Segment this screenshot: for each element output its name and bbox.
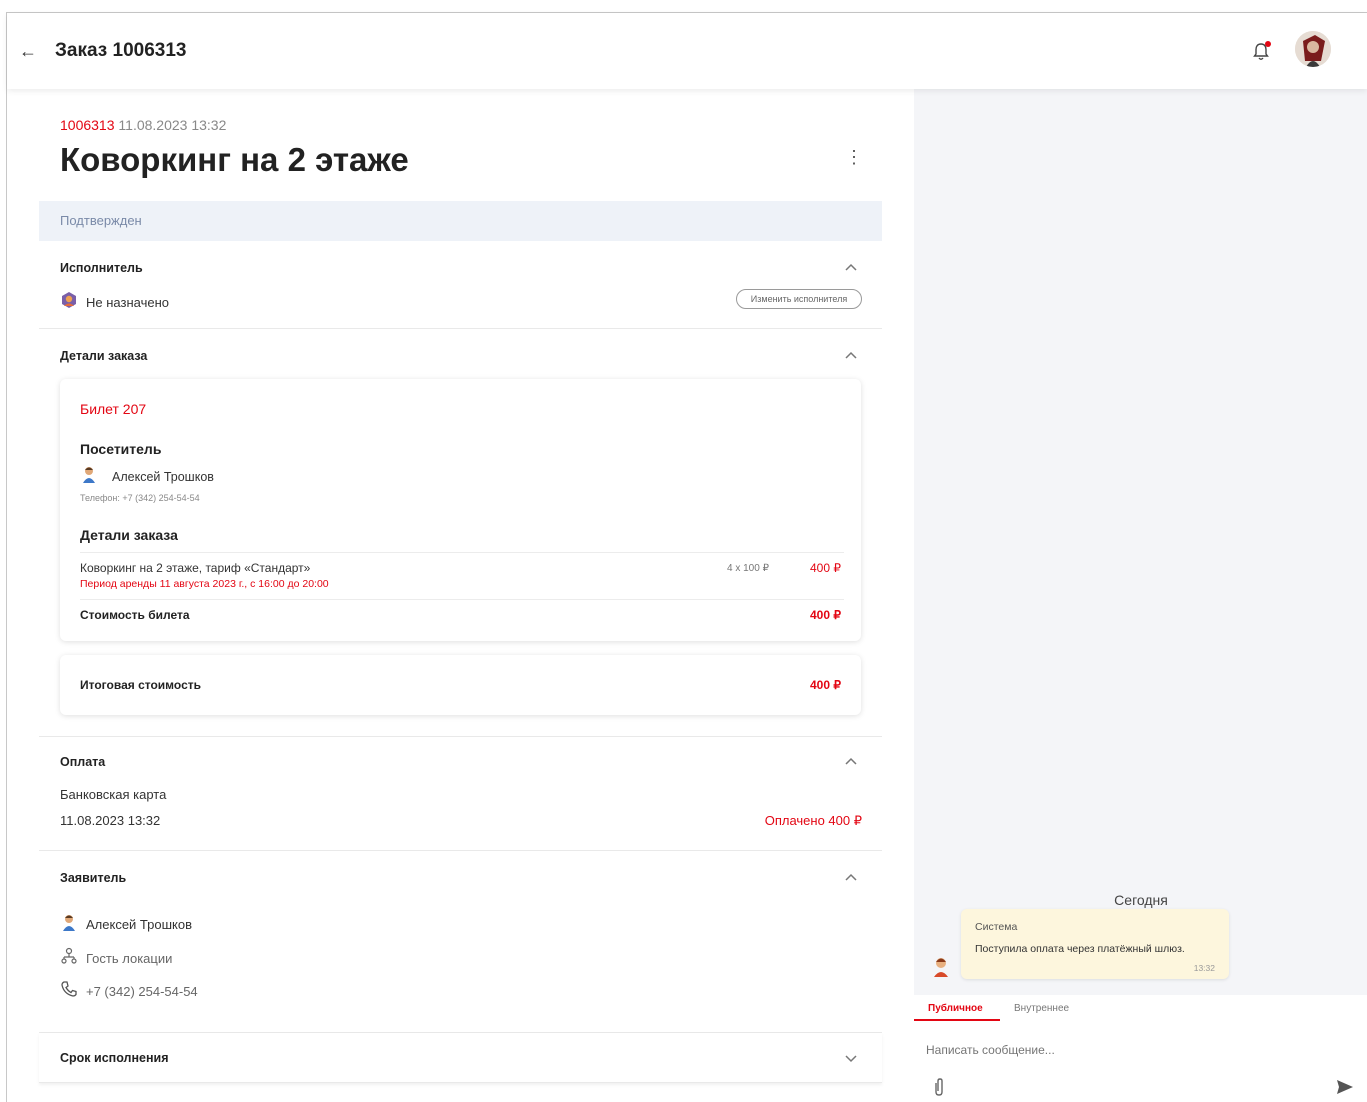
user-group-icon [60,947,78,970]
total-card: Итоговая стоимость 400 ₽ [60,655,861,715]
order-meta: 1006313 11.08.2023 13:32 [60,117,226,133]
message-composer: Публичное Внутреннее [914,995,1367,1102]
applicant-avatar-icon [60,913,78,936]
payment-section-title: Оплата [60,755,106,769]
applicant-section: Заявитель Алексей Трошков Гость локации [39,851,882,1033]
executor-section-title: Исполнитель [60,261,143,275]
order-details-section: Детали заказа Билет 207 Посетитель Алекс… [39,329,882,737]
message-time: 13:32 [1193,963,1215,973]
item-period: Период аренды 11 августа 2023 г., с 16:0… [80,578,329,590]
system-message-bubble: Система Поступила оплата через платёжный… [961,909,1229,979]
visitor-heading: Посетитель [80,441,162,457]
item-price: 400 ₽ [810,561,841,575]
total-label: Итоговая стоимость [80,678,201,692]
visitor-phone: Телефон: +7 (342) 254-54-54 [80,493,200,503]
message-text: Поступила оплата через платёжный шлюз. [975,943,1185,955]
chevron-up-icon[interactable] [845,870,859,884]
phone-icon [60,980,78,1003]
chevron-up-icon[interactable] [845,348,859,362]
order-details-section-title: Детали заказа [60,349,148,363]
payment-datetime: 11.08.2023 13:32 [60,813,161,828]
applicant-phone: +7 (342) 254-54-54 [86,984,198,999]
more-options-icon[interactable]: ⋮ [845,148,863,166]
item-quantity: 4 x 100 ₽ [727,563,769,574]
change-executor-button[interactable]: Изменить исполнителя [736,289,862,309]
app-frame: ← Заказ 1006313 1006313 11.08.2023 13:32… [6,12,1367,1102]
back-arrow-icon[interactable]: ← [19,41,39,62]
chat-panel: Сегодня Система Поступила оплата через п… [914,89,1367,1102]
deadline-section: Срок исполнения [39,1033,882,1083]
details-heading: Детали заказа [80,527,178,543]
tab-public[interactable]: Публичное [928,1003,983,1014]
notifications-bell-icon[interactable] [1251,41,1271,63]
item-name: Коворкинг на 2 этаже, тариф «Стандарт» [80,561,311,575]
ticket-card: Билет 207 Посетитель Алексей Трошков Тел… [60,379,861,641]
deadline-section-title: Срок исполнения [60,1051,169,1065]
notification-dot [1265,41,1271,47]
executor-row: Не назначено [60,291,169,314]
applicant-role: Гость локации [86,951,173,966]
message-input[interactable] [926,1039,1346,1061]
ticket-cost-value: 400 ₽ [810,608,841,622]
divider [80,552,844,553]
top-bar: ← Заказ 1006313 [7,13,1367,89]
attach-paperclip-icon[interactable] [932,1077,946,1102]
payment-status: Оплачено 400 ₽ [764,813,862,828]
order-title: Коворкинг на 2 этаже [60,141,409,178]
applicant-name: Алексей Трошков [86,917,192,932]
chevron-up-icon[interactable] [845,754,859,768]
applicant-role-row: Гость локации [60,947,172,970]
page-title: Заказ 1006313 [55,40,187,61]
visitor-avatar-icon [80,465,98,488]
send-icon[interactable] [1336,1079,1354,1100]
order-datetime: 11.08.2023 13:32 [118,117,227,133]
chevron-up-icon[interactable] [845,260,859,274]
chevron-down-icon[interactable] [845,1052,859,1066]
total-value: 400 ₽ [810,678,841,692]
tab-internal[interactable]: Внутреннее [1014,1003,1069,1014]
executor-section: Исполнитель Не назначено Изменить исполн… [39,241,882,329]
payment-method: Банковская карта [60,787,167,802]
active-tab-indicator [914,1019,1000,1021]
unassigned-avatar-icon [60,291,78,314]
message-author: Система [975,921,1018,933]
visitor-row: Алексей Трошков [80,465,214,488]
status-bar: Подтвержден [39,201,882,241]
order-details-panel: 1006313 11.08.2023 13:32 Коворкинг на 2 … [39,89,882,1102]
divider [80,599,844,600]
payment-section: Оплата Банковская карта 11.08.2023 13:32… [39,737,882,851]
applicant-phone-row: +7 (342) 254-54-54 [60,980,198,1003]
applicant-section-title: Заявитель [60,871,127,885]
ticket-cost-label: Стоимость билета [80,608,190,622]
user-avatar[interactable] [1295,31,1331,67]
executor-value: Не назначено [86,295,169,310]
order-number: 1006313 [60,117,115,133]
system-avatar-icon [930,955,952,982]
applicant-name-row: Алексей Трошков [60,913,192,936]
visitor-name: Алексей Трошков [112,469,214,484]
day-separator: Сегодня [1114,892,1168,908]
ticket-label: Билет 207 [80,401,147,417]
